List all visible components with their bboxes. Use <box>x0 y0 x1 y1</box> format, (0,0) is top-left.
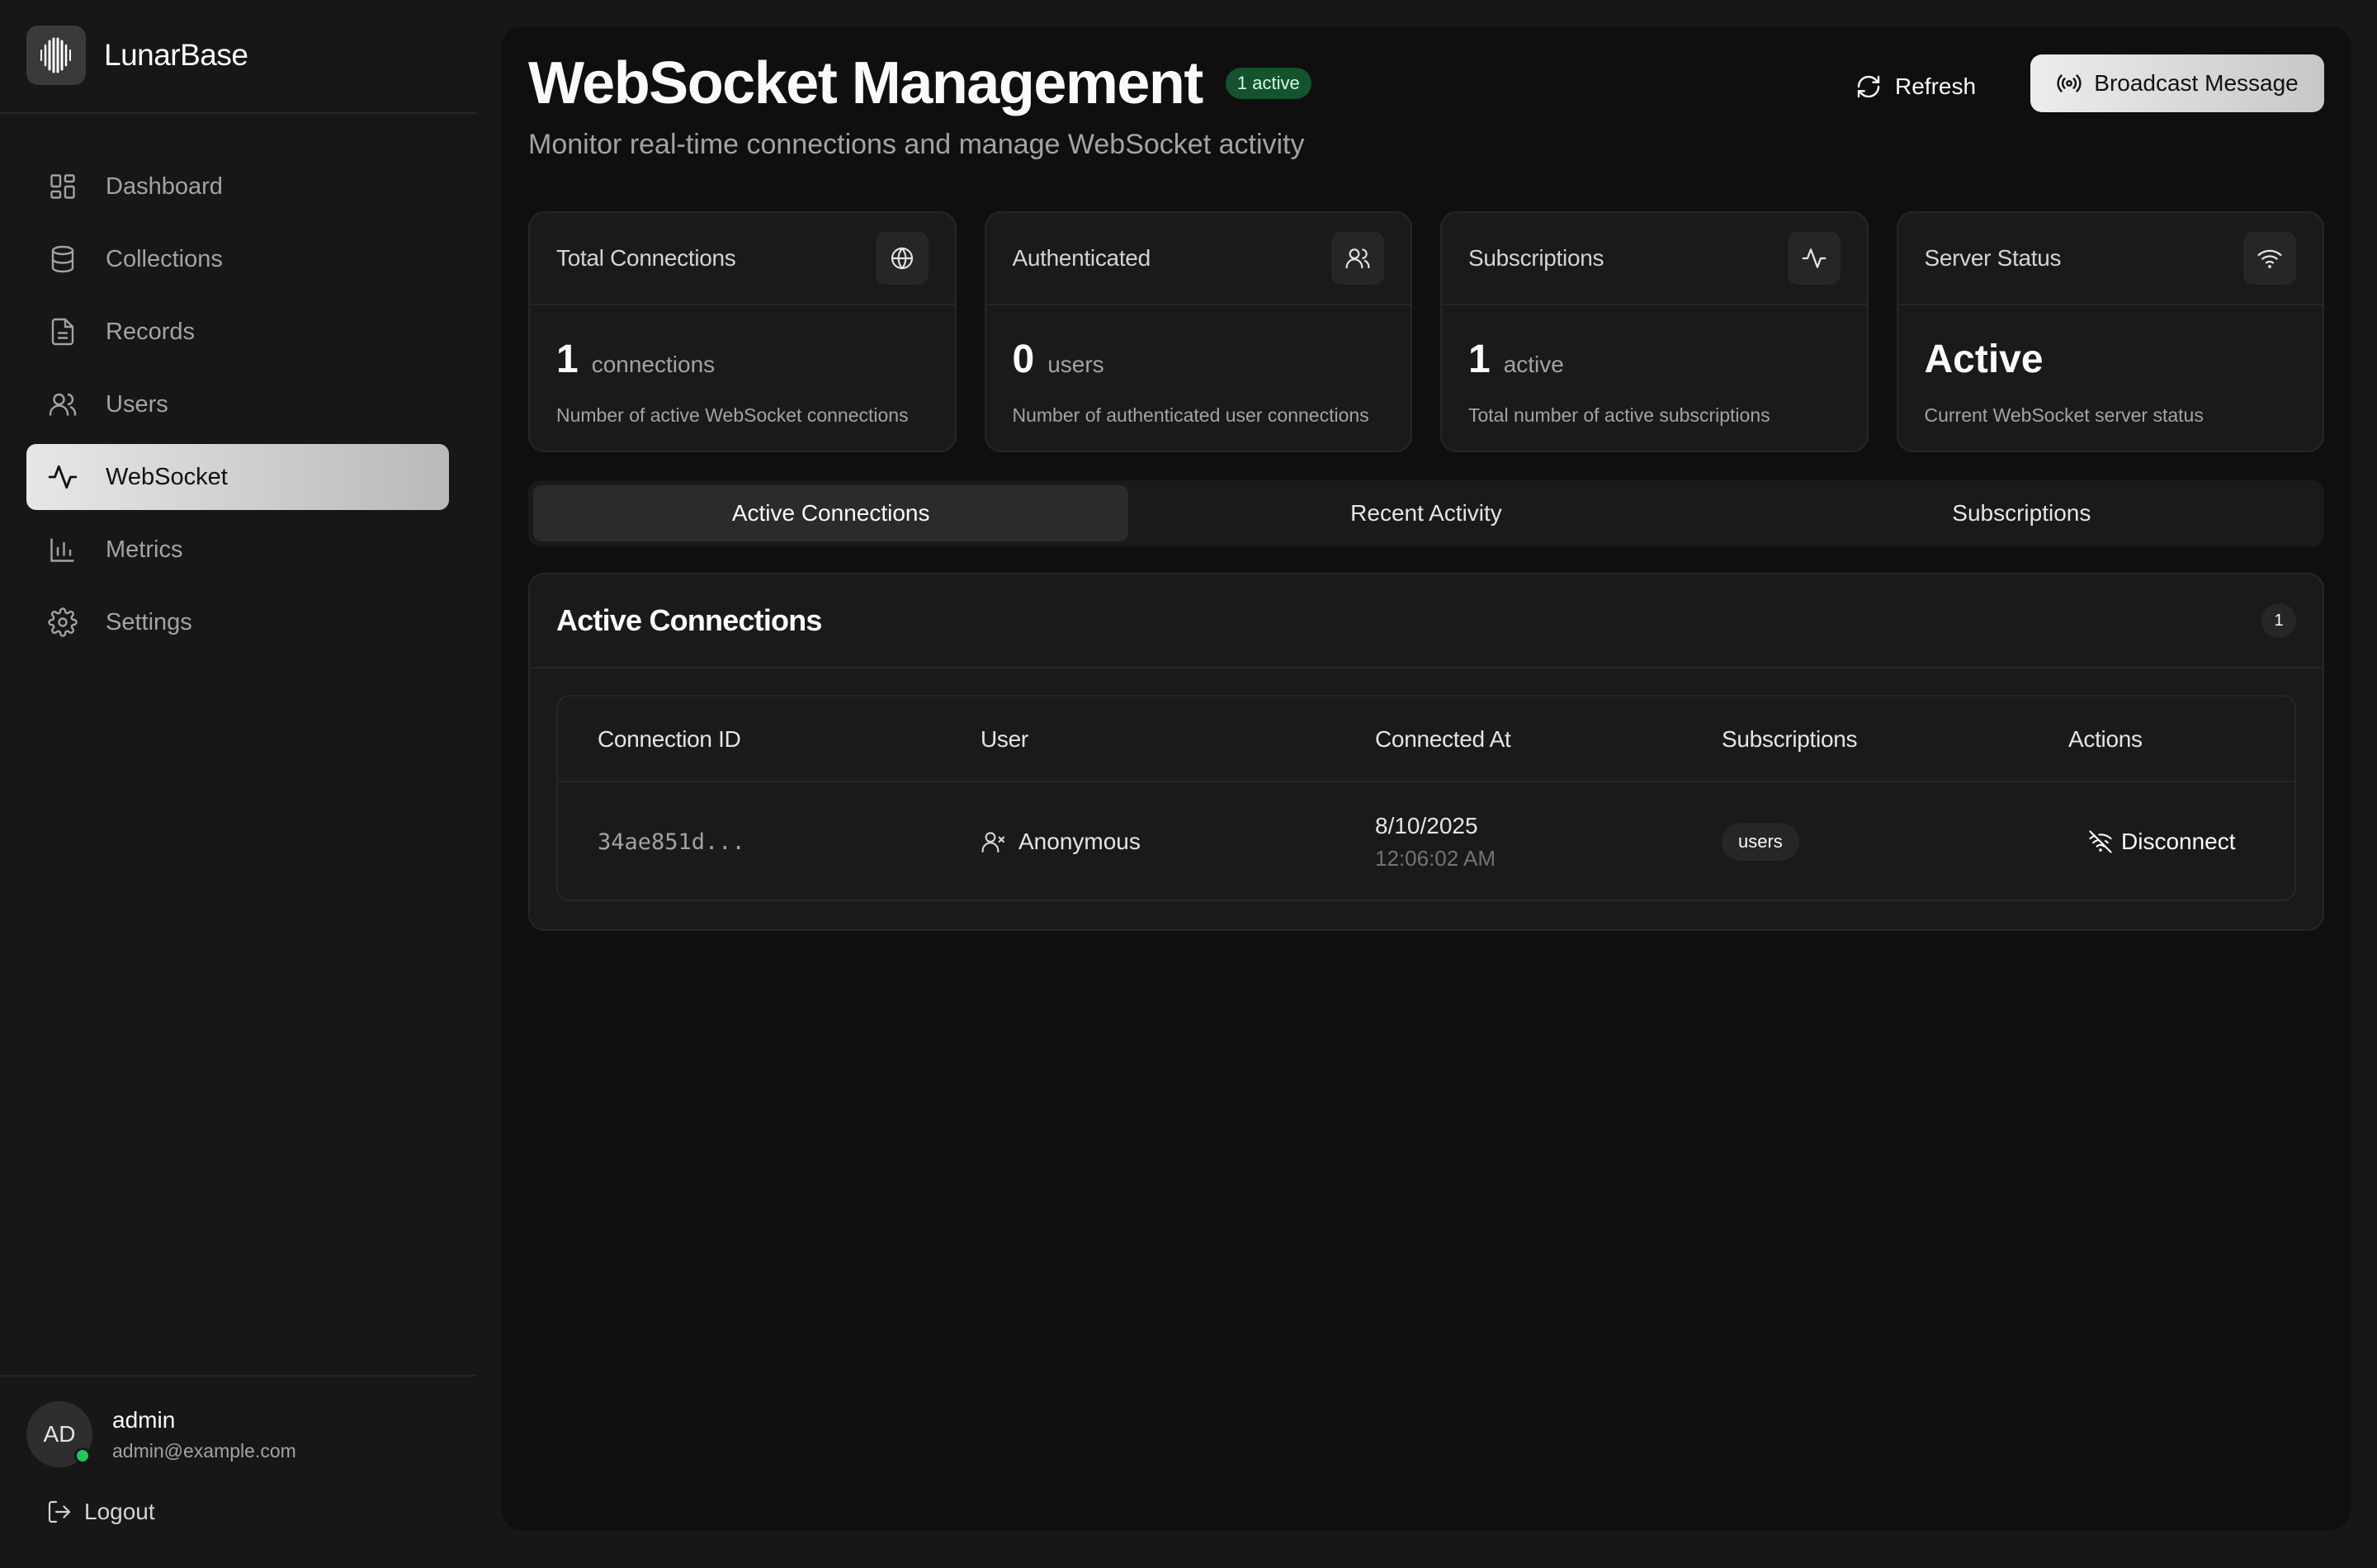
subscription-badge: users <box>1722 823 1799 861</box>
stats-cards: Total Connections 1 connections Number o… <box>528 211 2324 452</box>
connected-date: 8/10/2025 <box>1375 812 1478 838</box>
stat-card-authenticated: Authenticated 0 users Number of authenti… <box>984 211 1412 452</box>
column-header-connected-at: Connected At <box>1375 726 1511 752</box>
sidebar-item-label: WebSocket <box>106 463 228 490</box>
count-badge: 1 <box>2261 603 2296 638</box>
sidebar-item-label: Settings <box>106 608 192 635</box>
subscription-cell: users <box>1722 782 1799 900</box>
wifi-icon <box>2243 232 2296 285</box>
sidebar-item-metrics[interactable]: Metrics <box>26 517 449 583</box>
users-icon <box>1331 232 1384 285</box>
card-description: Total number of active subscriptions <box>1468 404 1770 426</box>
users-icon <box>46 388 79 421</box>
activity-icon <box>1787 232 1841 285</box>
main-panel: WebSocket Management 1 active Monitor re… <box>502 26 2351 1530</box>
stat-card-server-status: Server Status Active Current WebSocket s… <box>1896 211 2324 452</box>
disconnect-label: Disconnect <box>2121 829 2236 854</box>
stat-card-subscriptions: Subscriptions 1 active Total number of a… <box>1440 211 1869 452</box>
card-description: Number of active WebSocket connections <box>556 404 909 426</box>
card-description: Number of authenticated user connections <box>1012 404 1369 426</box>
broadcast-message-button[interactable]: Broadcast Message <box>2030 54 2324 112</box>
avatar-initials: AD <box>43 1421 76 1447</box>
gear-icon <box>46 606 79 639</box>
refresh-icon <box>1855 73 1882 100</box>
user-profile[interactable]: AD admin admin@example.com <box>26 1401 296 1467</box>
card-value: Active <box>1924 338 2044 381</box>
divider <box>0 112 477 114</box>
active-connections-panel: Active Connections 1 Connection ID User … <box>528 573 2324 931</box>
table-header: Connection ID User Connected At Subscrip… <box>558 697 2294 782</box>
user-name: admin <box>112 1406 176 1433</box>
bar-chart-icon <box>46 533 79 566</box>
column-header-connection-id: Connection ID <box>598 726 741 752</box>
card-title: Subscriptions <box>1468 245 1604 271</box>
sidebar-item-records[interactable]: Records <box>26 299 449 365</box>
status-badge: 1 active <box>1225 68 1311 99</box>
divider <box>0 1375 477 1377</box>
user-email: admin@example.com <box>112 1439 296 1462</box>
tab-recent-activity[interactable]: Recent Activity <box>1128 485 1723 541</box>
sidebar-item-settings[interactable]: Settings <box>26 589 449 655</box>
sidebar-item-label: Records <box>106 318 195 345</box>
activity-icon <box>46 460 79 494</box>
card-unit: active <box>1503 352 1564 377</box>
card-unit: connections <box>591 352 716 377</box>
tabs: Active Connections Recent Activity Subsc… <box>528 480 2324 546</box>
logout-label: Logout <box>84 1499 155 1524</box>
file-icon <box>46 315 79 348</box>
sidebar-item-label: Dashboard <box>106 172 223 200</box>
card-value: 1 <box>1468 338 1491 381</box>
disconnect-button[interactable]: Disconnect <box>2088 782 2236 900</box>
sidebar: LunarBase Dashboard Collections Records <box>0 0 477 1568</box>
card-value: 0 <box>1012 338 1035 381</box>
connection-id: 34ae851d... <box>598 829 745 855</box>
refresh-label: Refresh <box>1895 73 1977 99</box>
wifi-off-icon <box>2088 829 2113 854</box>
tab-active-connections[interactable]: Active Connections <box>533 485 1129 541</box>
sidebar-item-label: Users <box>106 390 168 418</box>
card-description: Current WebSocket server status <box>1924 404 2204 426</box>
lunarbase-logo-icon <box>26 26 86 85</box>
connected-at: 8/10/2025 12:06:02 AM <box>1375 782 1496 900</box>
sidebar-item-label: Metrics <box>106 536 183 563</box>
dashboard-icon <box>46 170 79 203</box>
connection-user: Anonymous <box>981 782 1141 900</box>
page-title: WebSocket Management <box>528 50 1203 116</box>
stat-card-total-connections: Total Connections 1 connections Number o… <box>528 211 957 452</box>
table-row: 34ae851d... Anonymous 8/10/2025 12:06:02… <box>558 782 2294 900</box>
sidebar-item-users[interactable]: Users <box>26 371 449 437</box>
connections-table: Connection ID User Connected At Subscrip… <box>556 695 2296 901</box>
sidebar-item-collections[interactable]: Collections <box>26 226 449 292</box>
user-label: Anonymous <box>1018 829 1141 854</box>
tab-subscriptions[interactable]: Subscriptions <box>1724 485 2319 541</box>
card-unit: users <box>1047 352 1104 377</box>
avatar: AD <box>26 1401 92 1467</box>
panel-title: Active Connections <box>556 603 822 637</box>
column-header-subscriptions: Subscriptions <box>1722 726 1858 752</box>
online-status-dot <box>74 1448 91 1464</box>
broadcast-icon <box>2056 70 2082 97</box>
connected-time: 12:06:02 AM <box>1375 845 1496 871</box>
brand-name: LunarBase <box>104 38 248 72</box>
broadcast-label: Broadcast Message <box>2094 70 2299 96</box>
database-icon <box>46 243 79 276</box>
page-subtitle: Monitor real-time connections and manage… <box>528 129 1305 160</box>
card-title: Total Connections <box>556 245 736 271</box>
brand[interactable]: LunarBase <box>26 25 248 86</box>
user-x-icon <box>981 829 1007 855</box>
sidebar-item-websocket[interactable]: WebSocket <box>26 444 449 510</box>
column-header-user: User <box>981 726 1028 752</box>
globe-icon <box>875 232 929 285</box>
column-header-actions: Actions <box>2068 726 2143 752</box>
card-value: 1 <box>556 338 579 381</box>
card-title: Server Status <box>1924 245 2062 271</box>
logout-button[interactable]: Logout <box>46 1499 155 1525</box>
sidebar-item-dashboard[interactable]: Dashboard <box>26 153 449 220</box>
sidebar-item-label: Collections <box>106 245 223 272</box>
refresh-button[interactable]: Refresh <box>1855 58 1976 116</box>
logout-icon <box>46 1499 73 1525</box>
card-title: Authenticated <box>1012 245 1151 271</box>
sidebar-nav: Dashboard Collections Records Users WebS… <box>26 153 449 662</box>
